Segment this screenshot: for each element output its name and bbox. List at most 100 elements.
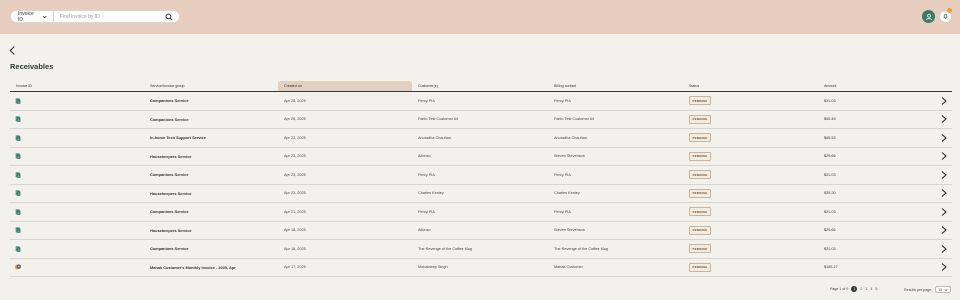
table-row[interactable]: Mahak Customer's Monthly Invoice - 2025,…	[10, 259, 952, 277]
service-group-cell: Housekeepers Service	[150, 153, 192, 159]
chevron-right-icon[interactable]	[940, 225, 948, 235]
customer-cell: Percy PIA	[418, 98, 435, 103]
customer-cell: Alfonso	[418, 154, 431, 159]
page-2-button[interactable]: 2	[860, 287, 862, 291]
chevron-right-icon[interactable]	[940, 244, 948, 254]
results-per-page-value: 10	[938, 287, 943, 292]
filter-field-select[interactable]: Invoice ID	[11, 10, 54, 23]
created-on-cell: Apr 23, 2025	[284, 154, 306, 159]
billing-contact-cell: Anuradha Chauhan	[554, 135, 587, 140]
search-input[interactable]	[54, 11, 162, 22]
amount-cell: $65.53	[818, 129, 952, 147]
table-row[interactable]: Companions Service Apr 23, 2025 Percy PI…	[10, 166, 952, 185]
billing-contact-cell: Charles Kenley	[554, 191, 580, 196]
search-button[interactable]	[162, 10, 176, 23]
table-row[interactable]: Companions Service Apr 28, 2025 Percy PI…	[10, 92, 952, 111]
billing-contact-cell: Percy PIA	[554, 98, 571, 103]
amount-value: $31.03	[824, 98, 836, 103]
invoice-id-cell	[10, 166, 144, 184]
table-row[interactable]: Housekeepers Service Apr 18, 2025 Alfons…	[10, 222, 952, 240]
service-group-cell: Housekeepers Service	[150, 190, 192, 196]
customer-cell: Percy PIA	[418, 172, 435, 177]
status-badge: PENDING	[689, 207, 712, 217]
created-on-cell: Apr 23, 2025	[284, 191, 306, 196]
status-cell: PENDING	[683, 129, 818, 147]
chevron-right-icon[interactable]	[940, 207, 948, 217]
customer-cell: Mohaldeep Singh	[418, 265, 448, 270]
invoice-green-icon	[14, 115, 22, 123]
page-3-button[interactable]: 3	[865, 287, 867, 291]
amount-cell: $29.66	[818, 222, 952, 240]
created-on-cell: Apr 28, 2025	[284, 98, 306, 103]
column-header-status[interactable]: Status	[683, 81, 818, 91]
service-group-cell: Companions Service	[150, 209, 189, 215]
chevron-right-icon[interactable]	[940, 188, 948, 198]
created-on-cell: Apr 17, 2025	[284, 265, 306, 270]
column-header-billing-contact[interactable]: Billing contact	[548, 81, 683, 91]
back-arrow-icon[interactable]	[8, 45, 17, 56]
invoice-green-icon	[14, 189, 22, 197]
service-group-cell: Companions Service	[150, 172, 189, 178]
amount-value: $29.66	[824, 154, 836, 159]
chevron-right-icon[interactable]	[940, 114, 948, 124]
amount-cell: $31.03	[818, 240, 952, 258]
status-badge: PENDING	[689, 114, 712, 124]
created-on-cell: Apr 23, 2025	[284, 135, 306, 140]
invoice-id-cell	[10, 259, 144, 277]
user-profile-button[interactable]	[922, 10, 935, 23]
page-1-button[interactable]: 1	[851, 286, 858, 292]
amount-cell: $50.45	[818, 111, 952, 129]
column-header-amount[interactable]: Amount	[818, 81, 952, 91]
amount-cell: $31.03	[818, 203, 952, 221]
chevron-right-icon[interactable]	[940, 96, 948, 106]
column-header-service-group[interactable]: Service/Invoice group	[144, 81, 278, 91]
billing-contact-cell: Mahak Customer	[554, 265, 583, 270]
table-row[interactable]: Companions Service Apr 21, 2025 Percy PI…	[10, 203, 952, 222]
results-per-page-select[interactable]: 10	[935, 286, 952, 293]
chevron-right-icon[interactable]	[940, 170, 948, 180]
page-4-button[interactable]: 4	[870, 287, 872, 291]
notification-dot	[947, 8, 952, 13]
chevron-right-icon[interactable]	[940, 151, 948, 161]
search-icon	[165, 12, 173, 21]
invoice-id-cell	[10, 129, 144, 147]
column-header-customers[interactable]: Customer(s)	[412, 81, 548, 91]
amount-cell: $185.27	[818, 259, 952, 277]
chevron-right-icon[interactable]	[940, 262, 948, 272]
column-header-invoice-id[interactable]: Invoice ID	[10, 81, 144, 91]
table-row[interactable]: In-home Tech Support Service Apr 23, 202…	[10, 129, 952, 148]
table-row[interactable]: Housekeepers Service Apr 23, 2025 Alfons…	[10, 148, 952, 166]
service-group-cell: Housekeepers Service	[150, 227, 192, 233]
amount-value: $31.03	[824, 246, 836, 251]
service-group-cell: Mahak Customer's Monthly Invoice - 2025,…	[150, 264, 236, 270]
customer-cell: The Revenge of the Coffee Mug	[418, 246, 472, 251]
service-group-cell: Companions Service	[150, 116, 189, 122]
status-cell: PENDING	[683, 92, 818, 110]
created-on-cell: Apr 18, 2025	[284, 246, 306, 251]
table-body: Companions Service Apr 28, 2025 Percy PI…	[10, 92, 952, 277]
table-row[interactable]: Companions Service Apr 26, 2025 Fabio Te…	[10, 111, 952, 129]
pagination: Page 1 of 9 1 2 3 4 5	[830, 286, 877, 292]
invoice-green-icon	[14, 152, 22, 160]
amount-value: $35.20	[824, 191, 836, 196]
table-row[interactable]: Housekeepers Service Apr 23, 2025 Charle…	[10, 185, 952, 203]
invoice-id-cell	[10, 203, 144, 221]
page-5-button[interactable]: 5	[875, 287, 877, 291]
invoice-id-cell	[10, 111, 144, 129]
table-row[interactable]: Companions Service Apr 18, 2025 The Reve…	[10, 240, 952, 259]
customer-cell: Alfonso	[418, 228, 431, 233]
billing-contact-cell: Steven Stevenson	[554, 228, 585, 233]
billing-contact-cell: The Revenge of the Coffee Mug	[554, 246, 608, 251]
filter-field-label: Invoice ID	[18, 10, 34, 23]
amount-cell: $31.03	[818, 166, 952, 184]
billing-contact-cell: Percy PIA	[554, 209, 571, 214]
table-header: Invoice ID Service/Invoice group Created…	[10, 81, 952, 92]
invoice-green-icon	[14, 226, 22, 234]
invoice-green-icon	[14, 171, 22, 179]
status-badge: PENDING	[689, 133, 712, 143]
status-badge: PENDING	[689, 244, 712, 254]
invoice-green-icon	[14, 134, 22, 142]
chevron-down-icon	[944, 288, 948, 291]
column-header-created-on[interactable]: Created on	[278, 81, 412, 91]
chevron-right-icon[interactable]	[940, 133, 948, 143]
